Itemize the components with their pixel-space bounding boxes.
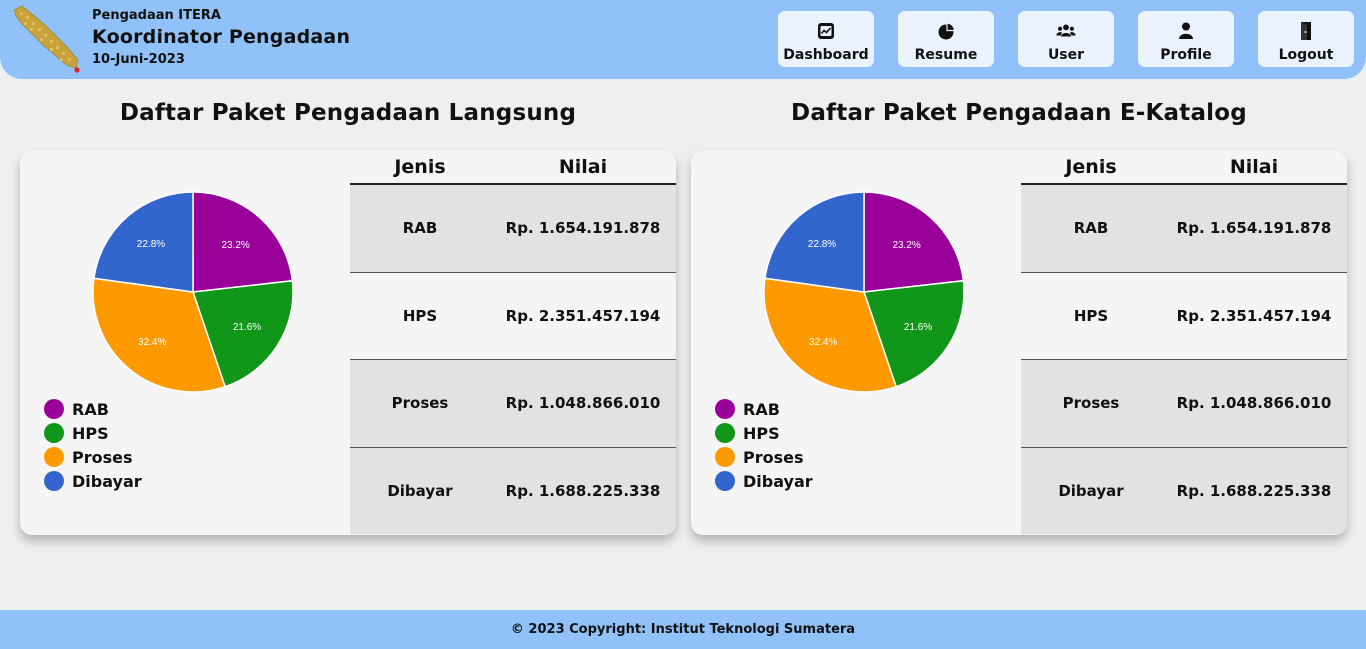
card-ekatalog: 23.2% 21.6% 32.4% 22.8% RAB HPS Proses Diba… (691, 151, 1347, 535)
nav-logout-label: Logout (1278, 47, 1334, 63)
legend-langsung: RAB HPS Proses Dibayar (44, 397, 142, 493)
legend-label-hps: HPS (743, 423, 780, 443)
pie-label-hps: 21.6% (233, 322, 261, 333)
legend-label-rab: RAB (72, 399, 109, 419)
table-row: HPS Rp. 2.351.457.194 (350, 272, 676, 360)
nav-profile-label: Profile (1160, 47, 1212, 63)
table-row: RAB Rp. 1.654.191.878 (350, 185, 676, 273)
pie-chart-icon (938, 22, 956, 40)
header-jenis: Jenis (1065, 156, 1117, 178)
nav-dashboard-button[interactable]: Dashboard (778, 11, 874, 67)
cell-nilai: Rp. 1.048.866.010 (1176, 394, 1332, 413)
legend-dot-proses (715, 447, 735, 467)
legend-item-rab: RAB (715, 397, 813, 421)
cell-jenis: Dibayar (387, 481, 453, 500)
cell-jenis: HPS (1073, 306, 1109, 325)
legend-dot-dibayar (715, 471, 735, 491)
legend-item-hps: HPS (715, 421, 813, 445)
copyright-text: © 2023 Copyright: Institut Teknologi Sum… (510, 622, 856, 637)
table-row: Proses Rp. 1.048.866.010 (350, 360, 676, 448)
table-header: Jenis Nilai (350, 151, 676, 185)
cell-nilai: Rp. 2.351.457.194 (1176, 306, 1332, 325)
top-nav: Dashboard Resume User Profile Logout (778, 11, 1354, 67)
footer-bar: © 2023 Copyright: Institut Teknologi Sum… (0, 610, 1366, 649)
cell-nilai: Rp. 2.351.457.194 (505, 306, 661, 325)
legend-item-dibayar: Dibayar (715, 469, 813, 493)
cell-jenis: RAB (1073, 219, 1109, 238)
legend-item-proses: Proses (44, 445, 142, 469)
pie-label-proses: 32.4% (138, 337, 166, 348)
header-bar: Pengadaan ITERA Koordinator Pengadaan 10… (0, 0, 1366, 79)
nav-profile-button[interactable]: Profile (1138, 11, 1234, 67)
cell-nilai: Rp. 1.654.191.878 (1176, 219, 1332, 238)
legend-label-dibayar: Dibayar (72, 471, 142, 491)
nav-resume-label: Resume (914, 47, 978, 63)
itera-logo (13, 5, 80, 73)
legend-item-proses: Proses (715, 445, 813, 469)
table-row: HPS Rp. 2.351.457.194 (1021, 272, 1347, 360)
brand-block: Pengadaan ITERA Koordinator Pengadaan 10… (92, 7, 350, 68)
cell-jenis: Proses (391, 394, 449, 413)
nav-logout-button[interactable]: Logout (1258, 11, 1354, 67)
legend-label-dibayar: Dibayar (743, 471, 813, 491)
table-langsung: Jenis Nilai RAB Rp. 1.654.191.878 HPS Rp… (350, 151, 676, 535)
nav-resume-button[interactable]: Resume (898, 11, 994, 67)
pie-label-hps: 21.6% (904, 322, 932, 333)
table-row: RAB Rp. 1.654.191.878 (1021, 185, 1347, 273)
cell-nilai: Rp. 1.688.225.338 (505, 481, 661, 500)
card-langsung: 23.2% 21.6% 32.4% 22.8% RAB HPS Proses Diba… (20, 151, 676, 535)
cell-nilai: Rp. 1.688.225.338 (1176, 481, 1332, 500)
cell-jenis: Proses (1062, 394, 1120, 413)
cell-nilai: Rp. 1.048.866.010 (505, 394, 661, 413)
legend-dot-hps (44, 423, 64, 443)
pie-label-rab: 23.2% (892, 240, 920, 251)
legend-dot-hps (715, 423, 735, 443)
header-nilai: Nilai (1229, 156, 1279, 178)
logout-icon (1301, 22, 1311, 40)
nav-user-label: User (1047, 47, 1085, 63)
pie-chart-ekatalog: 23.2% 21.6% 32.4% 22.8% (763, 191, 965, 393)
dashboard-icon (818, 23, 834, 39)
pie-label-dibayar: 22.8% (137, 239, 165, 250)
legend-ekatalog: RAB HPS Proses Dibayar (715, 397, 813, 493)
legend-dot-dibayar (44, 471, 64, 491)
table-header: Jenis Nilai (1021, 151, 1347, 185)
legend-item-rab: RAB (44, 397, 142, 421)
pie-chart-langsung: 23.2% 21.6% 32.4% 22.8% (92, 191, 294, 393)
cell-jenis: Dibayar (1058, 481, 1124, 500)
pie-label-proses: 32.4% (809, 337, 837, 348)
legend-dot-rab (715, 399, 735, 419)
legend-label-proses: Proses (72, 447, 133, 467)
section-title-ekatalog: Daftar Paket Pengadaan E-Katalog (791, 100, 1247, 126)
table-row: Proses Rp. 1.048.866.010 (1021, 360, 1347, 448)
cell-jenis: HPS (402, 306, 438, 325)
cell-nilai: Rp. 1.654.191.878 (505, 219, 661, 238)
legend-item-hps: HPS (44, 421, 142, 445)
table-row: Dibayar Rp. 1.688.225.338 (350, 447, 676, 534)
user-role: Koordinator Pengadaan (92, 26, 351, 48)
legend-item-dibayar: Dibayar (44, 469, 142, 493)
pie-label-rab: 23.2% (221, 240, 249, 251)
legend-dot-rab (44, 399, 64, 419)
legend-label-hps: HPS (72, 423, 109, 443)
current-date: 10-Juni-2023 (92, 52, 185, 67)
section-title-langsung: Daftar Paket Pengadaan Langsung (119, 100, 577, 126)
table-ekatalog: Jenis Nilai RAB Rp. 1.654.191.878 HPS Rp… (1021, 151, 1347, 535)
nav-user-button[interactable]: User (1018, 11, 1114, 67)
table-row: Dibayar Rp. 1.688.225.338 (1021, 447, 1347, 534)
legend-label-rab: RAB (743, 399, 780, 419)
legend-label-proses: Proses (743, 447, 804, 467)
cell-jenis: RAB (402, 219, 438, 238)
pie-label-dibayar: 22.8% (808, 239, 836, 250)
nav-dashboard-label: Dashboard (783, 47, 869, 63)
users-icon (1056, 24, 1076, 37)
org-name: Pengadaan ITERA (92, 8, 221, 23)
header-jenis: Jenis (394, 156, 446, 178)
legend-dot-proses (44, 447, 64, 467)
person-icon (1179, 22, 1193, 39)
header-nilai: Nilai (558, 156, 608, 178)
